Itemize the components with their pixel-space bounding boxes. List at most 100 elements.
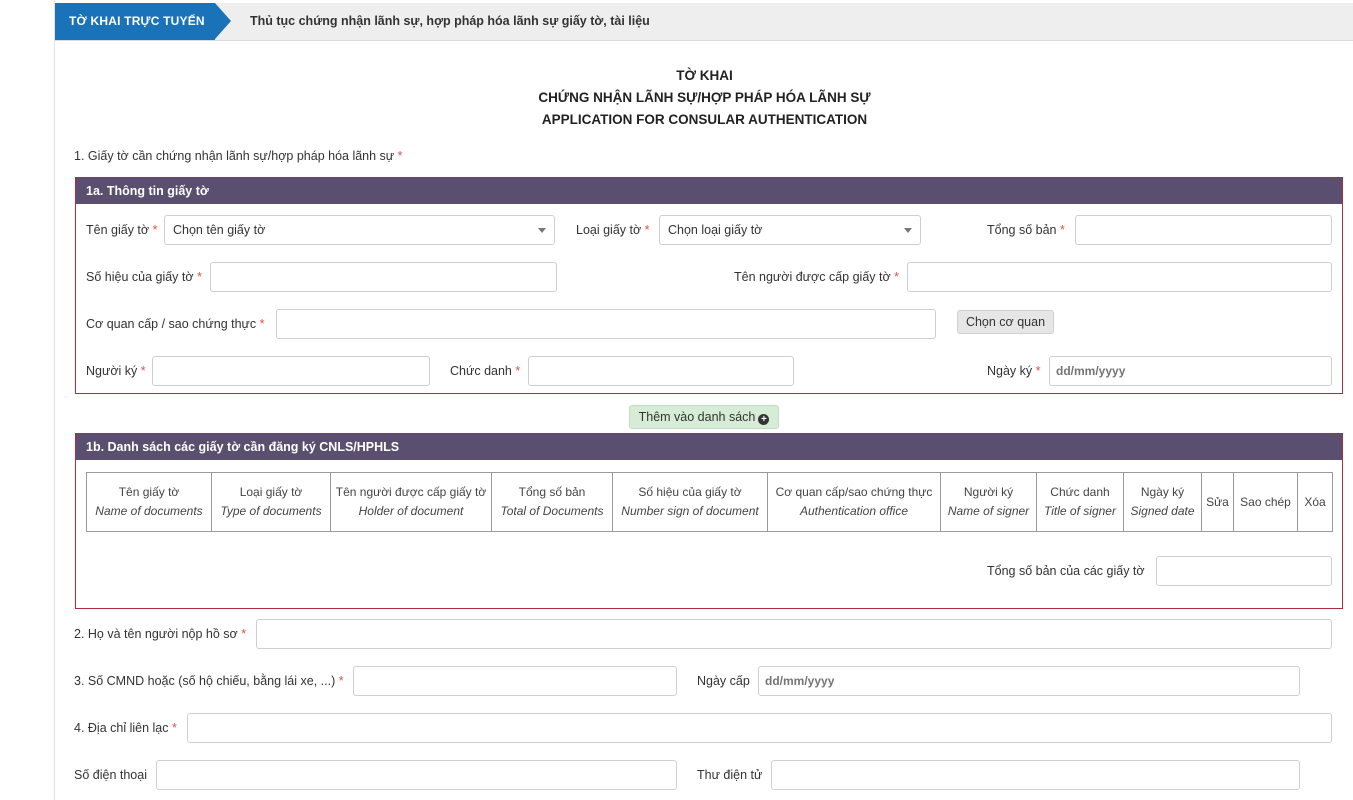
column-header: Người ký Name of signer bbox=[940, 472, 1037, 532]
column-header-vi: Tên người được cấp giấy tờ bbox=[335, 485, 487, 499]
required-mark: * bbox=[1035, 364, 1041, 378]
column-header-vi: Số hiệu của giấy tờ bbox=[638, 485, 742, 499]
required-mark: * bbox=[171, 721, 177, 735]
chevron-down-icon bbox=[904, 228, 912, 233]
column-header-vi: Chức danh bbox=[1050, 485, 1110, 499]
total-copies-all-label: Tổng số bản của các giấy tờ bbox=[987, 564, 1145, 578]
total-copies-input[interactable] bbox=[1075, 215, 1332, 245]
panel-document-list: 1b. Danh sách các giấy tờ cần đăng ký CN… bbox=[75, 433, 1343, 609]
holder-label: Tên người được cấp giấy tờ * bbox=[734, 270, 899, 284]
doc-name-label: Tên giấy tờ * bbox=[86, 223, 157, 237]
breadcrumb-title: Thủ tục chứng nhận lãnh sự, hợp pháp hóa… bbox=[250, 14, 650, 28]
column-header-en: Number sign of document bbox=[621, 504, 759, 518]
applicant-name-input[interactable] bbox=[256, 619, 1332, 649]
column-header-en: Holder of document bbox=[358, 504, 464, 518]
total-copies-label: Tổng số bản * bbox=[987, 223, 1065, 237]
column-header-en: Type of documents bbox=[220, 504, 322, 518]
breadcrumb-arrow-icon bbox=[215, 3, 231, 39]
column-header: Chức danh Title of signer bbox=[1036, 472, 1124, 532]
add-to-list-button-label: Thêm vào danh sách bbox=[638, 410, 756, 424]
column-header-vi: Tổng số bản bbox=[518, 485, 586, 499]
breadcrumb-tag[interactable]: TỜ KHAI TRỰC TUYẾN bbox=[55, 3, 215, 40]
column-header-vi: Loại giấy tờ bbox=[239, 485, 303, 499]
total-copies-label-text: Tổng số bản bbox=[987, 223, 1057, 237]
id-number-input[interactable] bbox=[353, 666, 677, 696]
column-header: Số hiệu của giấy tờ Number sign of docume… bbox=[612, 472, 768, 532]
documents-table: Tên giấy tờ Name of documents Loại giấy t… bbox=[86, 472, 1333, 532]
column-header-en: Name of signer bbox=[947, 504, 1030, 518]
column-header-delete: Xóa bbox=[1297, 472, 1333, 532]
doc-number-label: Số hiệu của giấy tờ * bbox=[86, 270, 202, 284]
column-header-edit: Sửa bbox=[1201, 472, 1234, 532]
required-mark: * bbox=[197, 270, 202, 284]
column-header: Cơ quan cấp/sao chứng thực Authentication… bbox=[767, 472, 941, 532]
doc-name-select[interactable]: Chọn tên giấy tờ bbox=[164, 215, 555, 245]
issue-date-label: Ngày cấp bbox=[697, 674, 750, 688]
holder-label-text: Tên người được cấp giấy tờ bbox=[734, 270, 891, 284]
form-subtitle-vi: CHỨNG NHẬN LÃNH SỰ/HỢP PHÁP HÓA LÃNH SỰ bbox=[538, 90, 871, 105]
breadcrumb: TỜ KHAI TRỰC TUYẾN Thủ tục chứng nhận lã… bbox=[55, 3, 1353, 41]
column-header: Tên giấy tờ Name of documents bbox=[86, 472, 212, 532]
id-number-label-text: 3. Số CMND hoặc (số hộ chiếu, bằng lái x… bbox=[74, 674, 336, 688]
column-header-vi: Ngày ký bbox=[1140, 485, 1185, 499]
form-subtitle-en: APPLICATION FOR CONSULAR AUTHENTICATION bbox=[541, 112, 868, 127]
signer-label: Người ký * bbox=[86, 364, 146, 378]
email-input[interactable] bbox=[771, 760, 1300, 790]
required-mark: * bbox=[515, 364, 521, 378]
total-copies-all-input[interactable] bbox=[1156, 556, 1332, 586]
column-header-vi: Sao chép bbox=[1240, 494, 1291, 509]
doc-name-select-value: Chọn tên giấy tờ bbox=[173, 223, 266, 237]
applicant-name-label: 2. Họ và tên người nộp hồ sơ * bbox=[74, 627, 246, 641]
doc-number-label-text: Số hiệu của giấy tờ bbox=[86, 270, 194, 284]
email-label: Thư điện tử bbox=[697, 768, 763, 782]
doc-name-label-text: Tên giấy tờ bbox=[86, 223, 150, 237]
section1-label: 1. Giấy tờ cần chứng nhận lãnh sự/hợp ph… bbox=[74, 149, 403, 163]
column-header-vi: Người ký bbox=[963, 485, 1014, 499]
issue-date-input[interactable] bbox=[758, 666, 1300, 696]
required-mark: * bbox=[644, 223, 650, 237]
holder-input[interactable] bbox=[907, 262, 1332, 292]
required-mark: * bbox=[140, 364, 146, 378]
required-mark: * bbox=[241, 627, 247, 641]
required-mark: * bbox=[152, 223, 158, 237]
panel-document-info-title: 1a. Thông tin giấy tờ bbox=[76, 178, 1342, 204]
required-mark: * bbox=[1059, 223, 1065, 237]
column-header-vi: Tên giấy tờ bbox=[118, 485, 180, 499]
title-input[interactable] bbox=[528, 356, 794, 386]
doc-number-input[interactable] bbox=[210, 262, 557, 292]
section1-label-text: 1. Giấy tờ cần chứng nhận lãnh sự/hợp ph… bbox=[74, 149, 395, 163]
phone-input[interactable] bbox=[156, 760, 677, 790]
column-header-en: Signed date bbox=[1130, 504, 1195, 518]
signer-label-text: Người ký bbox=[86, 364, 138, 378]
sign-date-input[interactable] bbox=[1049, 356, 1332, 386]
issuer-label-text: Cơ quan cấp / sao chứng thực bbox=[86, 317, 257, 331]
plus-circle-icon: + bbox=[758, 414, 770, 425]
column-header-en: Total of Documents bbox=[500, 504, 604, 518]
column-header-en: Title of signer bbox=[1044, 504, 1116, 518]
contact-address-input[interactable] bbox=[187, 713, 1332, 743]
add-to-list-button[interactable]: Thêm vào danh sách + bbox=[629, 405, 779, 429]
contact-address-label-text: 4. Địa chỉ liên lạc bbox=[74, 721, 169, 735]
doc-type-label: Loại giấy tờ * bbox=[576, 223, 650, 237]
title-label-text: Chức danh bbox=[450, 364, 512, 378]
column-header-en: Name of documents bbox=[95, 504, 203, 518]
doc-type-label-text: Loại giấy tờ bbox=[576, 223, 642, 237]
column-header: Ngày ký Signed date bbox=[1123, 472, 1202, 532]
contact-address-label: 4. Địa chỉ liên lạc * bbox=[74, 721, 177, 735]
signer-input[interactable] bbox=[152, 356, 430, 386]
id-number-label: 3. Số CMND hoặc (số hộ chiếu, bằng lái x… bbox=[74, 674, 344, 688]
column-header-en: Authentication office bbox=[799, 504, 909, 518]
application-form-page: TỜ KHAI TRỰC TUYẾN Thủ tục chứng nhận lã… bbox=[54, 0, 1353, 800]
column-header: Tên người được cấp giấy tờ Holder of docu… bbox=[330, 472, 492, 532]
issuer-input[interactable] bbox=[276, 309, 936, 339]
doc-type-select[interactable]: Chọn loại giấy tờ bbox=[659, 215, 921, 245]
choose-agency-button[interactable]: Chọn cơ quan bbox=[957, 310, 1054, 334]
panel-document-list-title: 1b. Danh sách các giấy tờ cần đăng ký CN… bbox=[76, 434, 1342, 460]
doc-type-select-value: Chọn loại giấy tờ bbox=[668, 223, 763, 237]
column-header-vi: Cơ quan cấp/sao chứng thực bbox=[775, 485, 933, 499]
form-title: TỜ KHAI bbox=[676, 68, 733, 83]
phone-label: Số điện thoại bbox=[74, 768, 147, 782]
sign-date-label: Ngày ký * bbox=[987, 364, 1041, 378]
required-mark: * bbox=[397, 149, 403, 163]
sign-date-label-text: Ngày ký bbox=[987, 364, 1033, 378]
